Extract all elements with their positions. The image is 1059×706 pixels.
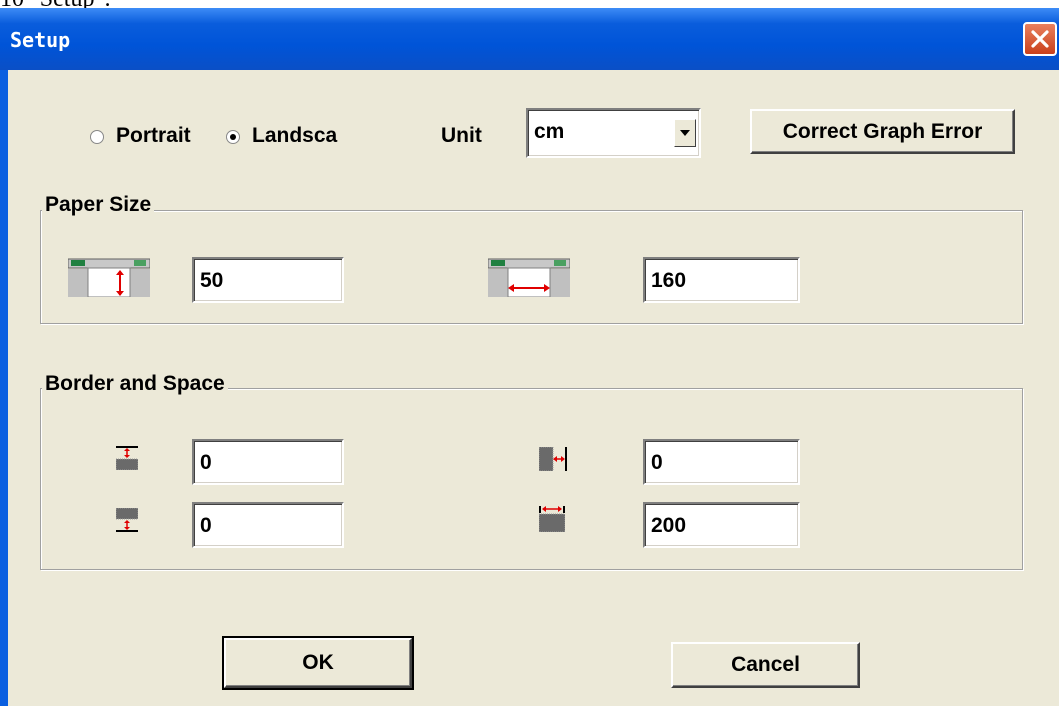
bottom-border-value: 0 (200, 514, 212, 537)
setup-dialog: Setup Portrait Landsca Unit cm Correct G… (0, 8, 1059, 706)
spacing-input[interactable]: 200 (643, 502, 800, 548)
title-bar[interactable]: Setup (0, 8, 1059, 70)
unit-combobox-value: cm (534, 120, 565, 143)
dialog-client-area: Portrait Landsca Unit cm Correct Graph E… (8, 70, 1059, 706)
spacing-icon (539, 506, 565, 532)
radio-selected-dot (230, 134, 236, 140)
right-border-input[interactable]: 0 (643, 439, 800, 485)
close-icon (1031, 30, 1049, 48)
paper-width-icon (488, 258, 570, 297)
paper-size-title: Paper Size (42, 193, 155, 217)
unit-label: Unit (441, 124, 482, 147)
portrait-label[interactable]: Portrait (116, 124, 191, 148)
paper-width-value: 160 (651, 269, 687, 292)
unit-dropdown-button[interactable] (674, 119, 696, 147)
top-border-icon (116, 446, 138, 470)
border-space-group (40, 388, 1023, 570)
landscape-radio[interactable] (226, 130, 240, 144)
portrait-radio[interactable] (90, 130, 104, 144)
paper-height-value: 50 (200, 269, 224, 292)
close-button[interactable] (1023, 22, 1057, 56)
bottom-border-icon (116, 508, 138, 532)
window-title: Setup (10, 28, 71, 52)
bottom-border-input[interactable]: 0 (192, 502, 344, 548)
correct-graph-error-button[interactable]: Correct Graph Error (750, 109, 1015, 154)
ok-button[interactable]: OK (222, 636, 414, 690)
paper-height-input[interactable]: 50 (192, 257, 344, 303)
border-space-title: Border and Space (42, 372, 228, 396)
right-border-icon (539, 447, 567, 471)
unit-combobox[interactable]: cm (526, 108, 701, 158)
paper-width-input[interactable]: 160 (643, 257, 800, 303)
right-border-value: 0 (651, 451, 663, 474)
spacing-value: 200 (651, 514, 687, 537)
cancel-button[interactable]: Cancel (671, 642, 860, 688)
landscape-label[interactable]: Landsca (252, 124, 337, 148)
top-border-input[interactable]: 0 (192, 439, 344, 485)
top-border-value: 0 (200, 451, 212, 474)
chevron-down-icon (680, 130, 690, 136)
paper-height-icon (68, 258, 150, 297)
